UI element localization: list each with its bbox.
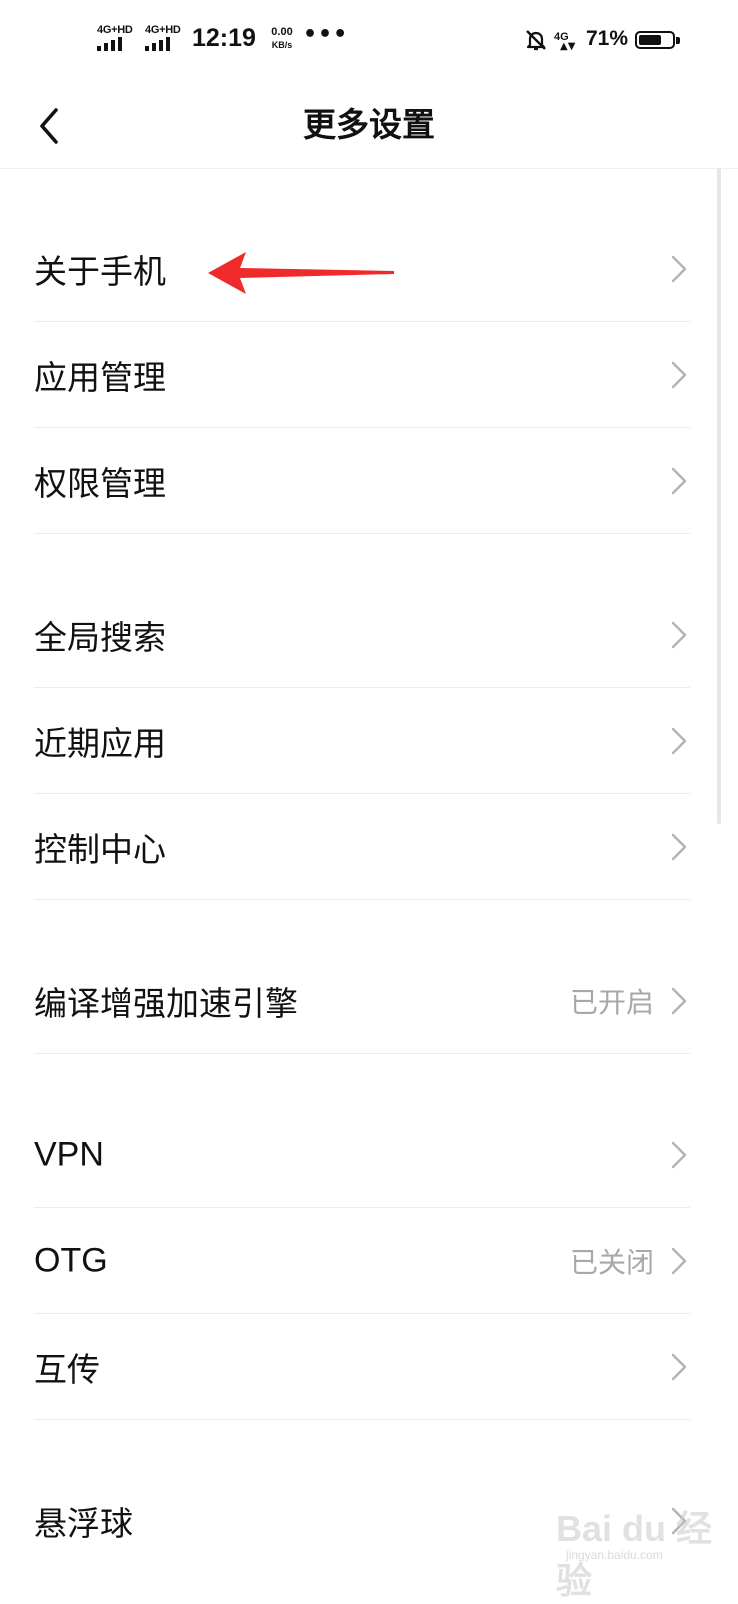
menu-item-value: 已关闭 [569,1246,654,1279]
menu-item-label: 编译增强加速引擎 [34,984,298,1023]
chevron-right-icon [671,255,687,283]
menu-item-label: 悬浮球 [34,1504,133,1543]
chevron-right-icon [671,833,687,861]
status-bar: 4G+HD 4G+HD 12:19 0.00 KB/s ••• 4G ▲▼ 71… [0,0,738,82]
battery-icon [635,31,680,49]
menu-item-label: 关于手机 [34,252,166,291]
watermark-site: jingyan.baidu.com [566,1548,663,1562]
chevron-right-icon [671,361,687,389]
menu-item-compile-boost-engine[interactable]: 编译增强加速引擎 已开启 [0,948,720,1054]
menu-item-label: 近期应用 [34,724,166,763]
header: 更多设置 [0,82,738,169]
menu-item-label: OTG [34,1241,108,1280]
sim1-signal-icon: 4G+HD [97,24,137,54]
sim1-network-label: 4G+HD [97,24,133,36]
chevron-right-icon [671,1141,687,1169]
network-speed-value: 0.00 [271,26,293,38]
divider [34,533,690,534]
menu-item-label: 控制中心 [34,830,166,869]
menu-item-control-center[interactable]: 控制中心 [0,794,720,900]
sim2-signal-icon: 4G+HD [145,24,185,54]
network-speed: 0.00 KB/s [265,26,299,52]
menu-item-otg[interactable]: OTG 已关闭 [0,1208,720,1314]
page-title: 更多设置 [303,105,435,144]
watermark: Bai du 经验 jingyan.baidu.com [556,1490,726,1601]
divider [34,1419,690,1420]
sim2-network-label: 4G+HD [145,24,181,36]
menu-item-label: 应用管理 [34,358,166,397]
menu-item-permission-management[interactable]: 权限管理 [0,428,720,534]
mobile-data-icon: 4G ▲▼ [554,31,576,52]
network-speed-unit: KB/s [271,40,293,50]
annotation-arrow [208,252,394,294]
more-dots-icon: ••• [303,22,349,47]
menu-item-vpn[interactable]: VPN [0,1102,720,1208]
menu-item-label: 权限管理 [34,464,166,503]
chevron-right-icon [671,467,687,495]
menu-item-global-search[interactable]: 全局搜索 [0,582,720,688]
chevron-right-icon [671,727,687,755]
clock: 12:19 [192,24,256,52]
chevron-right-icon [671,1353,687,1381]
battery-percent: 71% [586,27,629,50]
menu-item-label: 互传 [34,1350,100,1389]
menu-item-label: VPN [34,1135,104,1174]
menu-item-app-management[interactable]: 应用管理 [0,322,720,428]
mute-bell-icon [526,30,546,51]
menu-item-transfer[interactable]: 互传 [0,1314,720,1420]
menu-item-recent-apps[interactable]: 近期应用 [0,688,720,794]
menu-item-value: 已开启 [569,986,654,1019]
chevron-right-icon [671,987,687,1015]
menu-item-label: 全局搜索 [34,618,166,657]
chevron-right-icon [671,1247,687,1275]
chevron-right-icon [671,621,687,649]
divider [34,899,690,900]
divider [34,1053,690,1054]
